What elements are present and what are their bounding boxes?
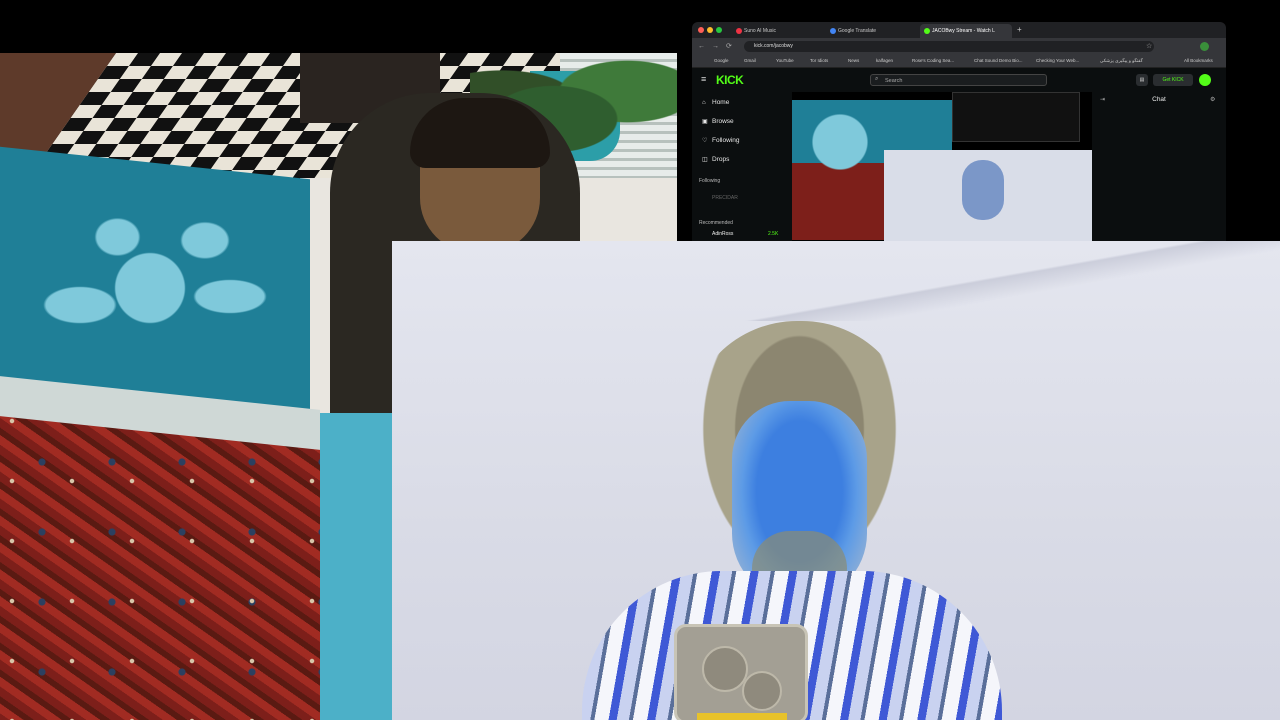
search-input[interactable]: Search — [870, 74, 1047, 86]
bookmarks-bar: Google Gmail YouTube Tor Idiots News kal… — [692, 55, 1226, 68]
tab-label: JACOBwy Stream - Watch L — [932, 28, 995, 34]
bookmark-star-icon[interactable]: ☆ — [1146, 42, 1152, 51]
address-bar-row: ← → ⟳ kick.com/jacobwy ☆ — [692, 38, 1226, 55]
sidebar-item-browse[interactable]: ▣ Browse — [702, 116, 734, 128]
following-channel[interactable]: PRECIDAR — [712, 195, 738, 201]
recommended-heading: Recommended — [699, 220, 733, 226]
sidebar-item-drops[interactable]: ◫ Drops — [702, 154, 729, 166]
menu-icon[interactable]: ≡ — [701, 74, 706, 84]
profile-avatar[interactable] — [1200, 42, 1209, 51]
tab-label: Google Translate — [838, 28, 877, 34]
bookmark-item[interactable]: Gmail — [744, 56, 756, 66]
bookmark-item[interactable]: گفتگو و پیگیری پزشکی — [1100, 56, 1143, 66]
chat-title: Chat — [1152, 96, 1166, 103]
chat-settings-icon[interactable]: ⚙ — [1210, 96, 1215, 103]
tab-google-translate[interactable]: Google Translate — [826, 24, 918, 38]
kick-sidebar: ⌂ Home ▣ Browse ♡ Following ◫ Drops Followin… — [692, 92, 792, 241]
browse-icon: ▣ — [702, 119, 708, 125]
phone-camera-lens — [742, 671, 782, 711]
person-jeans — [320, 413, 400, 720]
bookmark-item[interactable]: Checking Your Web... — [1036, 56, 1079, 66]
viewer-count: 2.5K — [768, 231, 779, 237]
phone-camera-lens — [702, 646, 748, 692]
bookmark-item[interactable]: YouTube — [776, 56, 794, 66]
url-field[interactable]: kick.com/jacobwy — [744, 41, 1154, 52]
suno-favicon-icon — [736, 28, 742, 34]
wall-shadow — [392, 241, 1280, 321]
phone-case-edge — [697, 713, 787, 720]
sidebar-item-home[interactable]: ⌂ Home — [702, 97, 729, 109]
search-icon: ⌕ — [875, 76, 879, 82]
bookmark-item[interactable]: Tor Idiots — [810, 56, 828, 66]
tab-kick-stream[interactable]: JACOBwy Stream - Watch L — [920, 24, 1012, 38]
blanket-flower-pattern — [30, 203, 280, 373]
tab-bar: Suno AI Music Google Translate JACOBwy S… — [692, 22, 1226, 38]
kick-logo[interactable]: KICK — [716, 73, 744, 87]
kick-favicon-icon — [924, 28, 930, 34]
recommended-channel[interactable]: AdinRoss — [712, 231, 733, 237]
bookmark-item[interactable]: News — [848, 56, 859, 66]
following-heading: Following — [699, 178, 721, 184]
bookmark-item[interactable]: Chat Sound Demo Bio... — [974, 56, 1023, 66]
webcam-overlay — [392, 241, 1280, 720]
bookmark-item[interactable]: kalfagen — [876, 56, 893, 66]
close-window-icon[interactable] — [698, 27, 704, 33]
heart-icon: ♡ — [702, 138, 708, 144]
layout-toggle-icon[interactable]: ▤ — [1136, 74, 1148, 86]
maximize-window-icon[interactable] — [716, 27, 722, 33]
tab-label: Suno AI Music — [744, 28, 776, 34]
chat-panel: ⇥ Chat ⚙ — [1092, 92, 1226, 241]
home-icon: ⌂ — [702, 100, 706, 106]
nested-face — [962, 160, 1004, 220]
kick-header: ≡ KICK Search ⌕ ▤ Get KICK — [692, 68, 1226, 92]
sidebar-item-following[interactable]: ♡ Following — [702, 135, 739, 147]
user-avatar[interactable] — [1199, 74, 1211, 86]
bookmark-item[interactable]: Google — [714, 56, 729, 66]
drops-icon: ◫ — [702, 157, 708, 163]
translate-favicon-icon — [830, 28, 836, 34]
new-tab-button[interactable]: + — [1017, 24, 1022, 36]
tab-suno[interactable]: Suno AI Music — [732, 24, 824, 38]
minimize-window-icon[interactable] — [707, 27, 713, 33]
stream-player[interactable] — [792, 92, 1092, 241]
back-icon[interactable]: ← — [698, 42, 705, 51]
forward-icon[interactable]: → — [712, 42, 719, 51]
browser-window: Suno AI Music Google Translate JACOBwy S… — [692, 22, 1226, 241]
bookmark-item[interactable]: All Bookmarks — [1184, 56, 1213, 66]
get-kick-button[interactable]: Get KICK — [1153, 74, 1193, 86]
nested-browser-capture — [952, 92, 1080, 142]
bookmark-item[interactable]: Rose's Coding Sea... — [912, 56, 954, 66]
reload-icon[interactable]: ⟳ — [726, 42, 732, 51]
person-hair — [410, 98, 550, 168]
